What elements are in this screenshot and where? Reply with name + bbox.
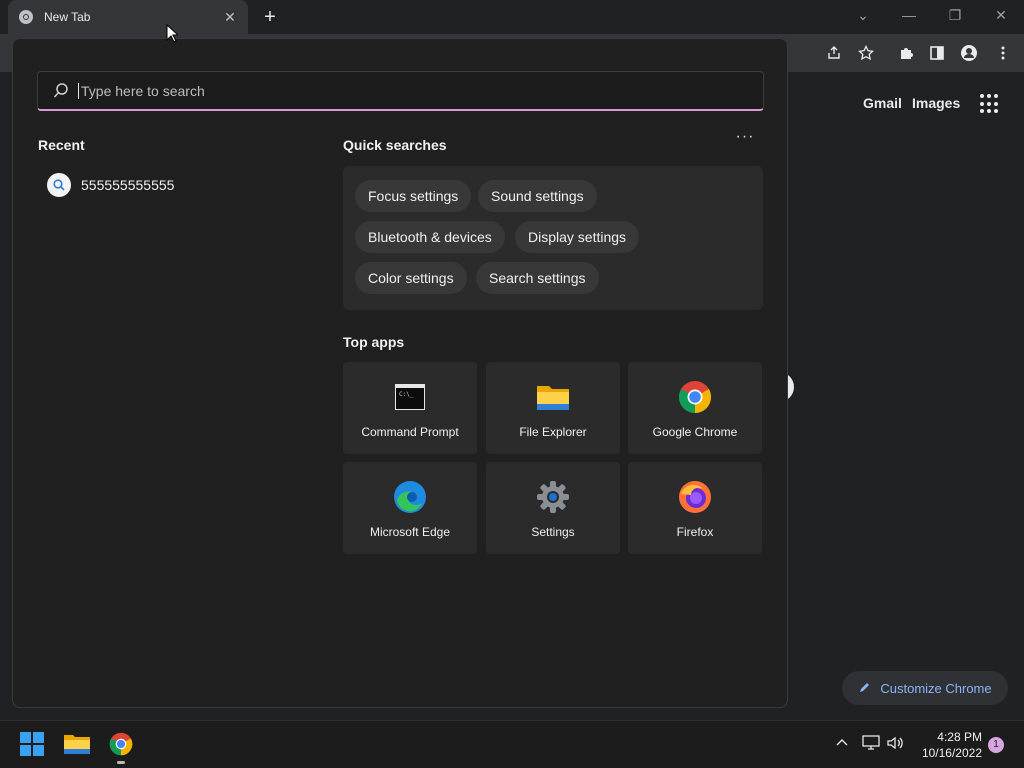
top-apps-heading: Top apps — [343, 334, 405, 350]
browser-tab[interactable]: New Tab ✕ — [8, 0, 248, 34]
pencil-icon — [858, 680, 872, 697]
clock-time: 4:28 PM — [937, 730, 982, 744]
volume-icon[interactable] — [886, 735, 904, 754]
minimize-button[interactable]: — — [886, 0, 932, 30]
chrome-favicon-icon — [18, 9, 34, 25]
tab-close-icon[interactable]: ✕ — [222, 9, 238, 26]
chrome-menu-icon[interactable] — [992, 42, 1014, 64]
app-tile-google-chrome[interactable]: Google Chrome — [628, 362, 762, 454]
app-name: Command Prompt — [361, 425, 459, 439]
profile-avatar-icon[interactable] — [958, 42, 980, 64]
file-explorer-icon — [536, 380, 570, 414]
taskbar-file-explorer-icon[interactable] — [62, 729, 92, 759]
tab-search-icon[interactable]: ⌄ — [840, 0, 886, 30]
app-tile-file-explorer[interactable]: File Explorer — [486, 362, 620, 454]
customize-chrome-label: Customize Chrome — [880, 680, 992, 696]
windows-start-icon[interactable] — [17, 729, 47, 759]
command-prompt-icon: C:\_ — [393, 380, 427, 414]
svg-text:C:\_: C:\_ — [399, 391, 414, 398]
search-box[interactable] — [37, 71, 764, 111]
search-icon — [52, 82, 70, 100]
search-input[interactable] — [78, 82, 718, 99]
recent-search-icon — [47, 173, 71, 197]
app-tile-microsoft-edge[interactable]: Microsoft Edge — [343, 462, 477, 554]
recent-search-item[interactable]: 555555555555 — [47, 173, 174, 197]
running-indicator — [117, 761, 125, 764]
app-name: Firefox — [676, 525, 714, 539]
network-icon[interactable] — [862, 735, 880, 754]
recent-heading: Recent — [38, 137, 85, 153]
images-link[interactable]: Images — [912, 95, 960, 111]
google-apps-icon[interactable] — [980, 94, 1000, 114]
chip-display-settings[interactable]: Display settings — [515, 221, 640, 253]
side-panel-icon[interactable] — [926, 42, 948, 64]
chip-color-settings[interactable]: Color settings — [355, 262, 467, 294]
windows-search-flyout: Recent 555555555555 Quick searches ··· F… — [12, 38, 788, 708]
app-tile-settings[interactable]: Settings — [486, 462, 620, 554]
new-tab-button[interactable]: + — [258, 5, 282, 29]
app-name: Settings — [531, 525, 575, 539]
firefox-icon — [678, 480, 712, 514]
gmail-link[interactable]: Gmail — [863, 95, 902, 111]
close-window-button[interactable]: ✕ — [978, 0, 1024, 30]
show-hidden-icons-chevron-icon[interactable] — [835, 735, 849, 752]
quick-searches-panel: Focus settings Sound settings Bluetooth … — [343, 166, 763, 310]
chip-search-settings[interactable]: Search settings — [476, 262, 599, 294]
app-name: Google Chrome — [652, 425, 738, 439]
taskbar: 4:28 PM 10/16/2022 1 — [0, 720, 1024, 768]
app-name: File Explorer — [519, 425, 587, 439]
chip-bluetooth-devices[interactable]: Bluetooth & devices — [355, 221, 505, 253]
bookmark-star-icon[interactable] — [855, 42, 877, 64]
clock-date: 10/16/2022 — [921, 746, 982, 760]
share-icon[interactable] — [823, 42, 845, 64]
chrome-icon — [678, 380, 712, 414]
customize-chrome-button[interactable]: Customize Chrome — [842, 671, 1008, 705]
tab-strip: New Tab ✕ + ⌄ — ❐ ✕ — [0, 0, 1024, 34]
app-tile-firefox[interactable]: Firefox — [628, 462, 762, 554]
quick-searches-heading: Quick searches — [343, 137, 447, 153]
settings-gear-icon — [536, 480, 570, 514]
restore-button[interactable]: ❐ — [932, 0, 978, 30]
app-tile-command-prompt[interactable]: C:\_ Command Prompt — [343, 362, 477, 454]
chip-sound-settings[interactable]: Sound settings — [478, 180, 597, 212]
extensions-puzzle-icon[interactable] — [895, 42, 917, 64]
chip-focus-settings[interactable]: Focus settings — [355, 180, 472, 212]
recent-search-text: 555555555555 — [81, 177, 175, 193]
more-options-icon[interactable]: ··· — [735, 129, 755, 151]
app-name: Microsoft Edge — [369, 525, 451, 539]
mouse-cursor-icon — [166, 24, 178, 43]
taskbar-clock[interactable]: 4:28 PM 10/16/2022 — [914, 729, 982, 761]
tab-title: New Tab — [44, 10, 91, 24]
taskbar-chrome-icon[interactable] — [106, 729, 136, 759]
notification-badge[interactable]: 1 — [988, 737, 1004, 753]
edge-icon — [393, 480, 427, 514]
